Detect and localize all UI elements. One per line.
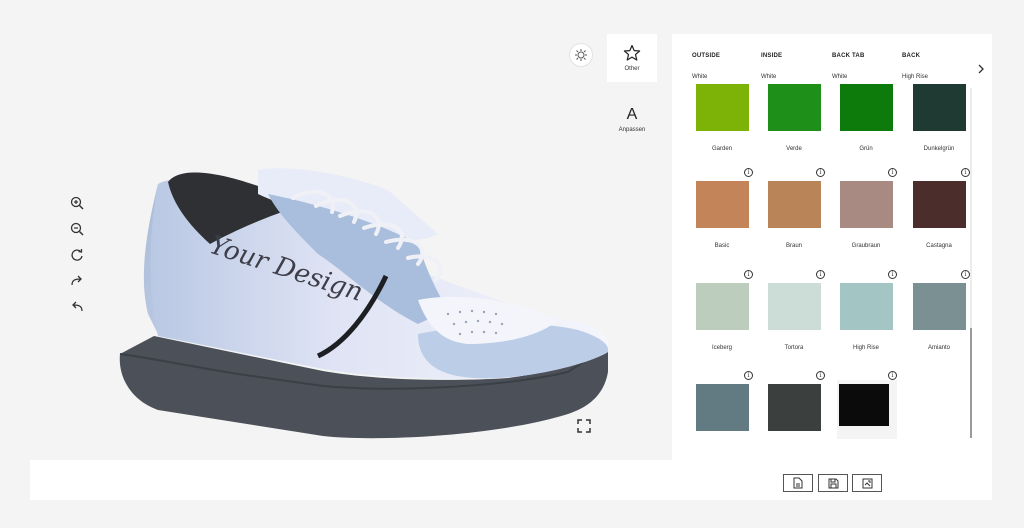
swatch-name: Grün	[859, 146, 873, 152]
swatch-name: Verde	[786, 146, 802, 152]
swatch-name: Basic	[714, 243, 730, 249]
info-icon[interactable]: i	[744, 371, 753, 380]
swatch-name: Garden	[711, 146, 732, 152]
inside-value: White	[761, 74, 777, 80]
viewer-toolbar	[68, 194, 86, 316]
swatch-name: Graubraun	[851, 243, 881, 249]
share-button[interactable]	[852, 474, 882, 492]
color-swatch[interactable]	[840, 84, 893, 131]
swatch-name: Amianto	[927, 345, 950, 351]
color-swatch[interactable]	[696, 384, 749, 431]
fullscreen-icon	[577, 419, 591, 433]
info-icon[interactable]: i	[744, 168, 753, 177]
color-swatch[interactable]	[768, 181, 821, 228]
tab-other[interactable]: Other	[607, 34, 657, 82]
outside-value: White	[692, 74, 708, 80]
image-export-icon	[862, 478, 872, 488]
zoom-out-icon	[70, 222, 84, 236]
swatch-chip	[696, 181, 749, 228]
info-icon[interactable]: i	[816, 371, 825, 380]
info-icon[interactable]: i	[816, 270, 825, 279]
undo-button[interactable]	[68, 298, 86, 316]
panel-scrollbar[interactable]	[970, 88, 972, 438]
color-swatch[interactable]	[768, 384, 821, 431]
document-icon	[793, 477, 803, 489]
chevron-right-icon	[978, 64, 984, 74]
swatch-name: Tortora	[784, 345, 804, 351]
swatch-chip	[839, 384, 889, 426]
tab-outside[interactable]: OUTSIDE	[692, 53, 720, 59]
swatch-name: Iceberg	[711, 345, 732, 351]
color-swatch[interactable]	[696, 84, 749, 131]
info-icon[interactable]: i	[888, 371, 897, 380]
swatch-chip	[913, 181, 966, 228]
color-swatch[interactable]	[768, 84, 821, 131]
tab-anpassen-label: Anpassen	[618, 127, 646, 133]
redo-button[interactable]	[68, 272, 86, 290]
info-icon[interactable]: i	[816, 168, 825, 177]
save-button[interactable]	[818, 474, 848, 492]
swatch-chip	[840, 181, 893, 228]
swatch-chip	[840, 283, 893, 330]
reset-view-button[interactable]	[68, 246, 86, 264]
part-tabs: OUTSIDE INSIDE BACK TAB BACK	[672, 53, 972, 63]
star-icon	[623, 44, 641, 61]
info-icon[interactable]: i	[744, 270, 753, 279]
color-swatch[interactable]	[913, 84, 966, 131]
color-panel: OUTSIDE INSIDE BACK TAB BACK White White…	[672, 34, 992, 460]
tab-back-tab[interactable]: BACK TAB	[832, 53, 865, 59]
save-icon	[828, 478, 838, 488]
shoe-viewer[interactable]: Your Design	[30, 34, 672, 460]
swatch-chip	[768, 84, 821, 131]
color-swatch[interactable]	[840, 283, 893, 330]
tab-back[interactable]: BACK	[902, 53, 920, 59]
next-parts-button[interactable]	[974, 62, 988, 76]
swatch-chip	[768, 384, 821, 431]
swatch-chip	[768, 181, 821, 228]
back-tab-value: White	[832, 74, 848, 80]
swatch-name: Braun	[785, 243, 802, 249]
info-icon[interactable]: i	[888, 270, 897, 279]
swatch-chip	[768, 283, 821, 330]
zoom-in-button[interactable]	[68, 194, 86, 212]
color-swatch[interactable]	[837, 380, 897, 439]
shoe-model[interactable]: Your Design	[118, 124, 608, 444]
zoom-in-icon	[70, 196, 84, 210]
swatch-name: Castagna	[926, 243, 952, 249]
swatch-grid: Garden Verde Grün Dunkelgrün i Basic i Braun i Gr…	[672, 84, 972, 439]
swatch-chip	[696, 384, 749, 431]
zoom-out-button[interactable]	[68, 220, 86, 238]
scrollbar-thumb[interactable]	[970, 328, 972, 438]
fullscreen-button[interactable]	[576, 418, 594, 436]
swatch-chip	[913, 84, 966, 131]
color-swatch[interactable]	[913, 283, 966, 330]
back-value: High Rise	[902, 74, 929, 80]
swatch-name: Dunkelgrün	[923, 146, 955, 152]
rotate-3d-icon	[575, 49, 587, 61]
swatch-chip	[840, 84, 893, 131]
swatch-name: High Rise	[852, 345, 879, 351]
tab-anpassen[interactable]: A Anpassen	[607, 96, 657, 144]
color-swatch[interactable]	[840, 181, 893, 228]
letter-a-icon: A	[626, 106, 638, 123]
info-icon[interactable]: i	[961, 168, 970, 177]
tab-inside[interactable]: INSIDE	[761, 53, 782, 59]
tab-other-label: Other	[624, 66, 640, 72]
part-values: White White White High Rise	[672, 74, 972, 84]
color-swatch[interactable]	[913, 181, 966, 228]
swatch-chip	[696, 84, 749, 131]
redo-icon	[71, 275, 82, 286]
info-icon[interactable]: i	[961, 270, 970, 279]
rotate-3d-button[interactable]	[569, 43, 593, 67]
color-swatch[interactable]	[696, 181, 749, 228]
shoe-configurator: Your Design Other A Anpassen OUTSIDE INS…	[0, 0, 1024, 528]
swatch-chip	[913, 283, 966, 330]
color-swatch[interactable]	[768, 283, 821, 330]
rotate-icon	[71, 249, 83, 261]
color-swatch[interactable]	[696, 283, 749, 330]
summary-button[interactable]	[783, 474, 813, 492]
info-icon[interactable]: i	[888, 168, 897, 177]
swatch-chip	[696, 283, 749, 330]
undo-icon	[72, 301, 83, 312]
